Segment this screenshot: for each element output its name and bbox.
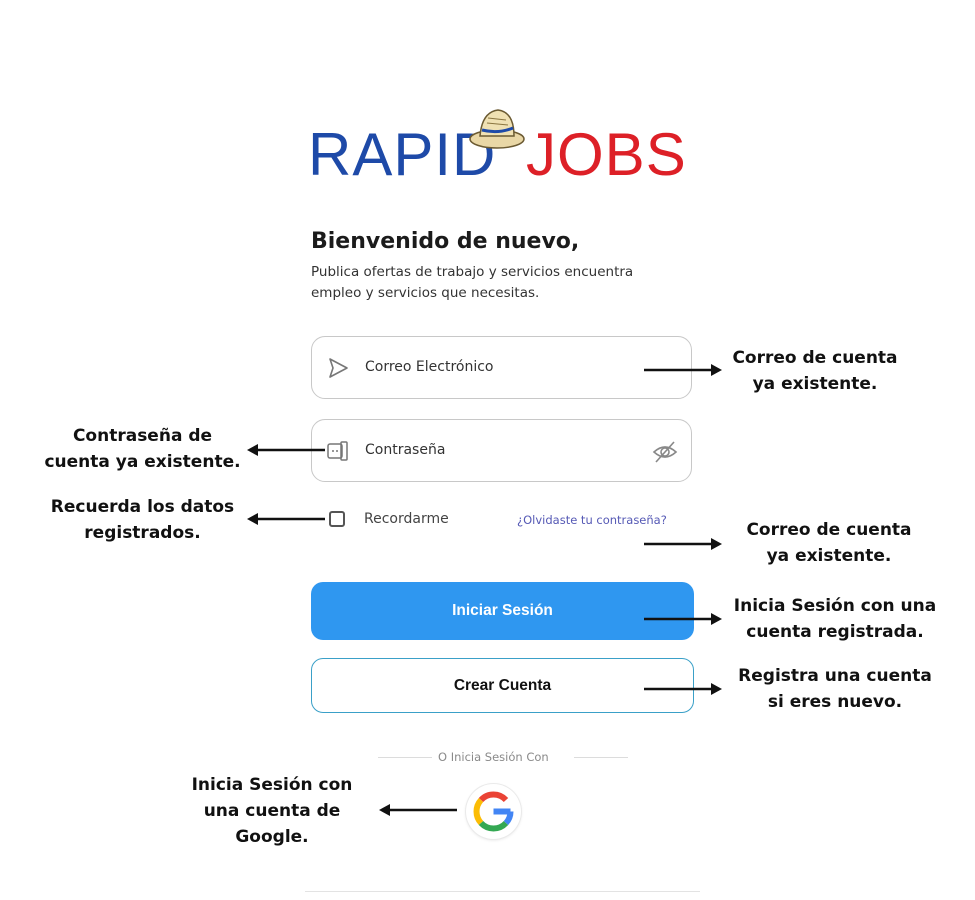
- annotation-line: si eres nuevo.: [767, 692, 903, 712]
- annotation-line: Contraseña de: [72, 426, 213, 446]
- arrow-right-icon: [644, 613, 722, 625]
- eye-off-icon[interactable]: [651, 438, 679, 466]
- annotation-line: una cuenta de: [203, 801, 341, 821]
- arrow-right-icon: [644, 364, 722, 376]
- divider-text: O Inicia Sesión Con: [438, 750, 549, 764]
- annotation-line: Inicia Sesión con: [191, 775, 353, 795]
- divider-line: [378, 757, 432, 758]
- annotation-line: Google.: [235, 827, 309, 847]
- annotation-forgot: Correo de cuenta ya existente.: [744, 517, 914, 569]
- email-placeholder: Correo Electrónico: [365, 359, 494, 375]
- hat-icon: [469, 109, 525, 149]
- annotation-line: Recuerda los datos: [50, 497, 235, 517]
- arrow-left-icon: [247, 513, 325, 525]
- logo-text-jobs: JOBS: [526, 121, 687, 188]
- annotation-line: cuenta registrada.: [746, 622, 924, 642]
- annotation-line: Correo de cuenta: [746, 520, 912, 540]
- password-icon: [327, 441, 348, 461]
- annotation-line: Inicia Sesión con una: [733, 596, 937, 616]
- create-account-button[interactable]: Crear Cuenta: [311, 658, 694, 713]
- arrow-right-icon: [644, 683, 722, 695]
- annotation-line: ya existente.: [752, 374, 878, 394]
- page-subtitle: Publica ofertas de trabajo y servicios e…: [311, 262, 691, 304]
- login-button[interactable]: Iniciar Sesión: [311, 582, 694, 640]
- annotation-line: Registra una cuenta: [738, 666, 932, 686]
- password-placeholder: Contraseña: [365, 442, 446, 458]
- annotation-email: Correo de cuenta ya existente.: [730, 345, 900, 397]
- annotation-google: Inicia Sesión con una cuenta de Google.: [187, 772, 357, 850]
- annotation-line: ya existente.: [766, 546, 892, 566]
- google-login-button[interactable]: [466, 784, 521, 839]
- annotation-remember: Recuerda los datos registrados.: [45, 494, 240, 546]
- annotation-login: Inicia Sesión con una cuenta registrada.: [730, 593, 940, 645]
- annotation-password: Contraseña de cuenta ya existente.: [40, 423, 245, 475]
- annotation-create: Registra una cuenta si eres nuevo.: [735, 663, 935, 715]
- divider-line: [574, 757, 628, 758]
- subtitle-line: Publica ofertas de trabajo y servicios e…: [311, 264, 634, 280]
- password-field[interactable]: Contraseña: [311, 419, 692, 482]
- remember-checkbox[interactable]: [329, 511, 345, 527]
- subtitle-line: empleo y servicios que necesitas.: [311, 285, 540, 301]
- annotation-line: cuenta ya existente.: [44, 452, 241, 472]
- email-field[interactable]: Correo Electrónico: [311, 336, 692, 399]
- bottom-divider: [305, 891, 700, 892]
- remember-label: Recordarme: [364, 511, 449, 527]
- forgot-password-link[interactable]: ¿Olvidaste tu contraseña?: [517, 513, 667, 527]
- arrow-left-icon: [379, 804, 457, 816]
- send-icon: [329, 358, 348, 378]
- annotation-line: registrados.: [84, 523, 201, 543]
- google-icon: [473, 791, 514, 832]
- arrow-left-icon: [247, 444, 325, 456]
- annotation-line: Correo de cuenta: [732, 348, 898, 368]
- page-title: Bienvenido de nuevo,: [311, 229, 580, 254]
- arrow-right-icon: [644, 538, 722, 550]
